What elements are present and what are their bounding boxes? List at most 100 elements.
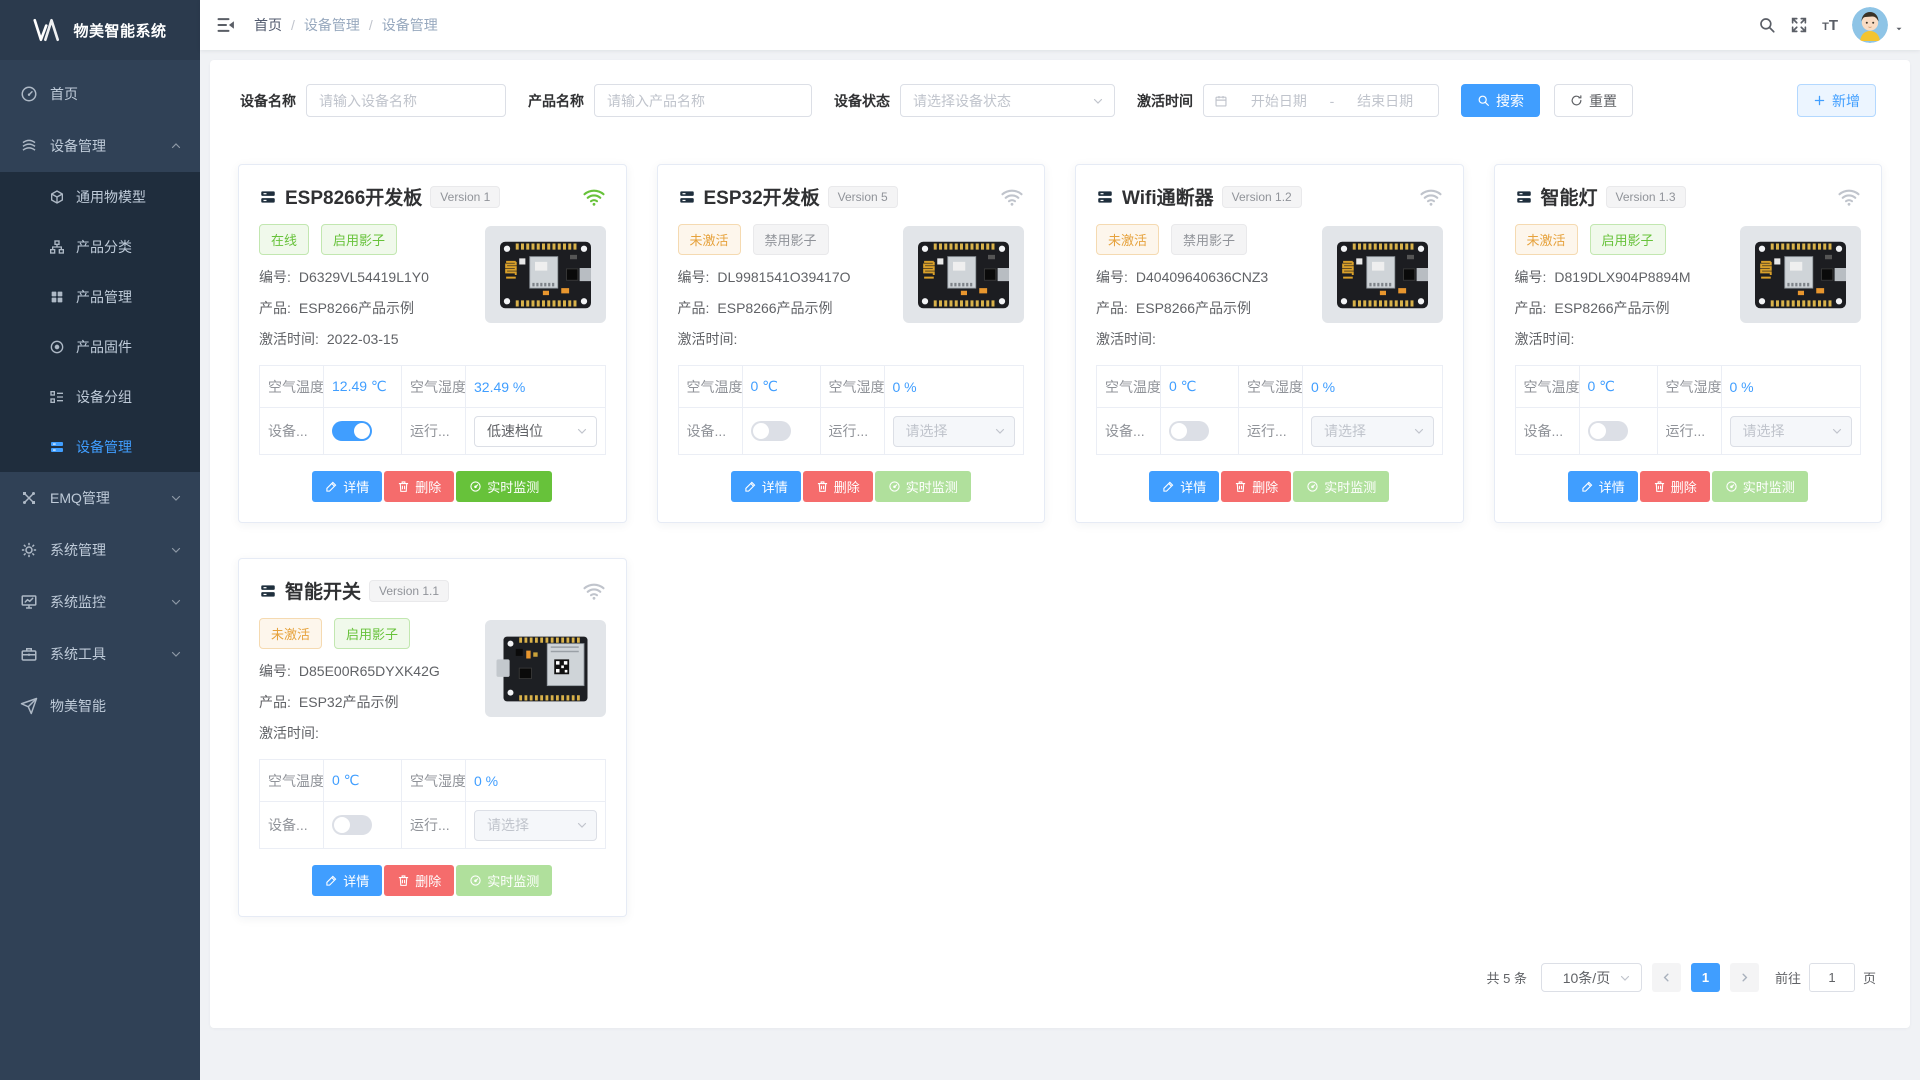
delete-button-label: 删除 (415, 477, 441, 496)
run-mode-select[interactable]: 请选择 (474, 810, 597, 841)
run-mode-select[interactable]: 请选择 (1730, 416, 1853, 447)
activated-label: 激活时间: (678, 331, 738, 347)
serial-number: DL9981541O39417O (717, 269, 850, 285)
sidebar-item-home[interactable]: 首页 (0, 68, 200, 120)
chevron-down-icon (1831, 425, 1843, 437)
wifi-icon (582, 579, 606, 603)
goto-page-input[interactable] (1809, 963, 1855, 992)
detail-button-label: 详情 (343, 871, 369, 890)
device-switch[interactable] (1588, 421, 1628, 441)
sidebar-item-device-management[interactable]: 设备管理 (0, 120, 200, 172)
delete-button[interactable]: 删除 (1221, 471, 1291, 502)
activated-label: 激活时间: (259, 331, 319, 347)
device-cards-grid: ESP8266开发板 Version 1 在线 启用影子 编号:D6329VL5… (238, 164, 1882, 917)
monitor-button[interactable]: 实时监测 (1712, 471, 1808, 502)
app-logo[interactable]: 物美智能系统 (0, 0, 200, 60)
device-switch[interactable] (751, 421, 791, 441)
page-number-1[interactable]: 1 (1691, 963, 1720, 992)
add-device-button[interactable]: 新增 (1797, 84, 1876, 117)
detail-button[interactable]: 详情 (731, 471, 801, 502)
delete-button[interactable]: 删除 (1640, 471, 1710, 502)
serial-label: 编号: (259, 269, 291, 285)
sidebar-item-system-management[interactable]: 系统管理 (0, 524, 200, 576)
wifi-icon (1419, 185, 1443, 209)
delete-button[interactable]: 删除 (384, 865, 454, 896)
chevron-up-icon (170, 140, 182, 152)
sidebar-item-product-firmware[interactable]: 产品固件 (0, 322, 200, 372)
page-size-value: 10条/页 (1554, 968, 1619, 988)
temp-value: 0 ℃ (1161, 366, 1239, 408)
breadcrumb-device-management: 设备管理 (304, 15, 360, 35)
device-switch[interactable] (332, 421, 372, 441)
sidebar-item-system-tools[interactable]: 系统工具 (0, 628, 200, 680)
breadcrumb-home[interactable]: 首页 (254, 15, 282, 35)
server-icon (259, 582, 277, 600)
search-button[interactable]: 搜索 (1461, 84, 1540, 117)
product-name-input[interactable] (594, 84, 812, 117)
sidebar-item-product-management[interactable]: 产品管理 (0, 272, 200, 322)
monitor-button[interactable]: 实时监测 (456, 865, 552, 896)
sidebar-item-label: EMQ管理 (50, 488, 170, 508)
serial-number: D6329VL54419L1Y0 (299, 269, 429, 285)
user-menu[interactable] (1852, 7, 1904, 43)
shadow-tag: 启用影子 (334, 618, 410, 649)
font-size-icon[interactable]: TT (1822, 17, 1838, 34)
prev-page-button[interactable] (1652, 963, 1681, 992)
device-name-input[interactable] (306, 84, 506, 117)
reset-button[interactable]: 重置 (1554, 84, 1633, 117)
run-mode-value: 请选择 (1324, 421, 1413, 441)
sidebar-item-system-monitor[interactable]: 系统监控 (0, 576, 200, 628)
calendar-icon (1214, 94, 1228, 108)
monitor-button[interactable]: 实时监测 (1293, 471, 1389, 502)
avatar[interactable] (1852, 7, 1888, 43)
sidebar-item-wumei[interactable]: 物美智能 (0, 680, 200, 732)
detail-button[interactable]: 详情 (312, 865, 382, 896)
wifi-icon (1000, 185, 1024, 209)
run-mode-select[interactable]: 请选择 (1311, 416, 1434, 447)
monitor-button-label: 实时监测 (1743, 477, 1795, 496)
monitor-button-label: 实时监测 (1324, 477, 1376, 496)
delete-button[interactable]: 删除 (803, 471, 873, 502)
detail-button[interactable]: 详情 (1568, 471, 1638, 502)
search-icon (1477, 94, 1490, 107)
page-unit-label: 页 (1863, 968, 1876, 987)
humidity-label: 空气湿度 (402, 366, 466, 408)
gauge-icon (888, 480, 901, 493)
sidebar-item-product-category[interactable]: 产品分类 (0, 222, 200, 272)
search-icon[interactable] (1758, 16, 1776, 34)
shadow-tag: 启用影子 (1590, 224, 1666, 255)
monitor-button[interactable]: 实时监测 (456, 471, 552, 502)
sidebar-item-device-group[interactable]: 设备分组 (0, 372, 200, 422)
next-page-button[interactable] (1730, 963, 1759, 992)
cube-icon (48, 189, 66, 205)
emq-nodes-icon (20, 489, 38, 507)
device-props-table: 空气温度 0 ℃ 空气湿度 0 % 设备... 运行... 请选择 (1096, 365, 1443, 455)
device-switch-label: 设备... (679, 408, 743, 454)
page-size-select[interactable]: 10条/页 (1541, 963, 1642, 992)
chevron-down-icon (170, 544, 182, 556)
sidebar-item-label: 系统监控 (50, 592, 170, 612)
serial-label: 编号: (259, 663, 291, 679)
detail-button[interactable]: 详情 (1149, 471, 1219, 502)
sidebar-collapse-icon[interactable] (216, 15, 236, 35)
run-mode-select[interactable]: 低速档位 (474, 416, 597, 447)
sidebar-item-thing-model[interactable]: 通用物模型 (0, 172, 200, 222)
device-switch[interactable] (332, 815, 372, 835)
status-tag: 未激活 (1515, 224, 1578, 255)
chevron-down-icon (1619, 972, 1631, 984)
fullscreen-icon[interactable] (1790, 16, 1808, 34)
active-time-range-picker[interactable]: 开始日期 - 结束日期 (1203, 84, 1439, 117)
device-photo (485, 226, 606, 323)
run-mode-select[interactable]: 请选择 (893, 416, 1016, 447)
device-name: Wifi通断器 (1122, 183, 1214, 210)
detail-button[interactable]: 详情 (312, 471, 382, 502)
server-icon (259, 188, 277, 206)
sidebar-item-device-list-active[interactable]: 设备管理 (0, 422, 200, 472)
temp-label: 空气温度 (1097, 366, 1161, 408)
sidebar-item-label: 首页 (50, 84, 182, 104)
delete-button[interactable]: 删除 (384, 471, 454, 502)
monitor-button[interactable]: 实时监测 (875, 471, 971, 502)
device-state-select[interactable]: 请选择设备状态 (900, 84, 1115, 117)
device-switch[interactable] (1169, 421, 1209, 441)
sidebar-item-emq[interactable]: EMQ管理 (0, 472, 200, 524)
